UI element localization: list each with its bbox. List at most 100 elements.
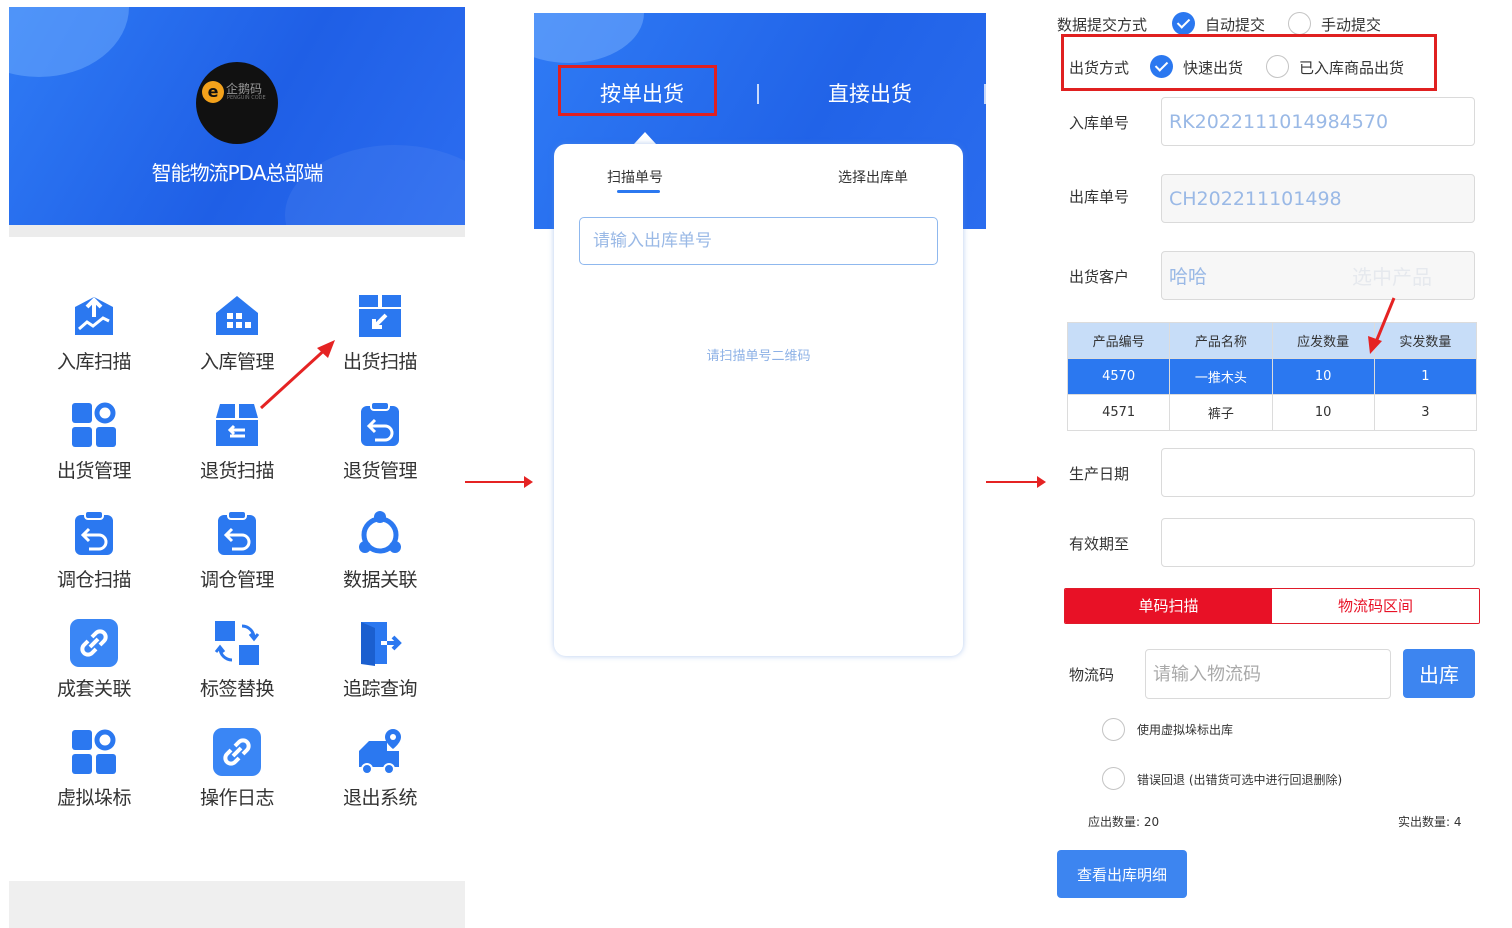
- home-screen: e 企鹅码 PENGUIN CODE 智能物流PDA总部端 入库扫描 入库管理 …: [9, 7, 465, 928]
- actual-quantity: 实出数量: 4: [1398, 815, 1462, 829]
- menu-label: 操作日志: [199, 787, 275, 809]
- footer-bar: [9, 881, 465, 928]
- menu-item-logout[interactable]: 退出系统: [325, 727, 435, 827]
- menu-item-data-link[interactable]: 数据关联: [325, 509, 435, 609]
- swap-icon: [214, 621, 260, 665]
- menu-item-operation-log[interactable]: 操作日志: [182, 727, 292, 827]
- menu-label: 出货扫描: [342, 351, 418, 373]
- menu-item-trace-query[interactable]: 追踪查询: [325, 618, 435, 718]
- outbound-no-label: 出库单号: [1069, 188, 1130, 206]
- menu-label: 虚拟垛标: [56, 787, 132, 809]
- menu-item-return-manage[interactable]: 退货管理: [325, 400, 435, 500]
- watermark-text: 选中产品: [1352, 265, 1432, 289]
- logo-e-icon: e: [202, 81, 224, 103]
- menu-item-transfer-manage[interactable]: 调仓管理: [182, 509, 292, 609]
- table-cell: 4571: [1066, 394, 1171, 431]
- column-header: 应发数量: [1271, 322, 1375, 359]
- menu-item-return-scan[interactable]: 退货扫描: [182, 400, 292, 500]
- should-quantity: 应出数量: 20: [1088, 815, 1160, 829]
- logistics-code-input[interactable]: [1145, 649, 1391, 699]
- fast-ship-label: 快速出货: [1183, 59, 1244, 77]
- outbound-order-input[interactable]: [579, 217, 938, 265]
- column-header: 产品编号: [1066, 322, 1171, 359]
- inbound-no-field[interactable]: [1161, 97, 1475, 146]
- stocked-ship-label: 已入库商品出货: [1299, 59, 1405, 77]
- active-tab-indicator: [617, 190, 660, 193]
- table-row[interactable]: 4571 裤子 10 3: [1066, 394, 1478, 431]
- scan-hint: 请扫描单号二维码: [706, 349, 811, 364]
- checkbox-error-rollback[interactable]: [1102, 767, 1125, 790]
- menu-item-outbound-scan[interactable]: 出货扫描: [325, 291, 435, 391]
- customer-label: 出货客户: [1069, 268, 1130, 286]
- table-cell: 裤子: [1169, 394, 1273, 431]
- table-cell: 3: [1373, 394, 1478, 431]
- manual-submit-label: 手动提交: [1321, 16, 1382, 34]
- tab-direct-outbound[interactable]: 直接出货: [828, 78, 912, 108]
- logo-subtext: PENGUIN CODE: [227, 95, 266, 101]
- menu-label: 出货管理: [56, 460, 132, 482]
- table-cell: 10: [1271, 394, 1375, 431]
- expiry-date-label: 有效期至: [1069, 535, 1130, 553]
- tab-divider: [757, 84, 759, 104]
- outbound-button[interactable]: 出库: [1403, 649, 1475, 698]
- table-cell: 1: [1373, 358, 1478, 395]
- menu-label: 退出系统: [342, 787, 418, 809]
- menu-label: 入库扫描: [56, 351, 132, 373]
- production-date-field[interactable]: [1161, 448, 1475, 497]
- segment-code-range[interactable]: 物流码区间: [1272, 589, 1479, 623]
- ship-mode-label: 出货方式: [1069, 59, 1130, 77]
- inbound-scan-icon: [75, 297, 113, 335]
- submit-mode-label: 数据提交方式: [1057, 16, 1148, 34]
- menu-label: 调仓扫描: [56, 569, 132, 591]
- menu-label: 追踪查询: [342, 678, 418, 700]
- menu-label: 数据关联: [342, 569, 418, 591]
- menu-item-label-swap[interactable]: 标签替换: [182, 618, 292, 718]
- menu-label: 成套关联: [56, 678, 132, 700]
- virtual-stack-label: 使用虚拟垛标出库: [1137, 723, 1234, 737]
- menu-item-virtual-stack[interactable]: 虚拟垛标: [39, 727, 149, 827]
- grid-gear-icon: [72, 402, 116, 447]
- link-icon: [70, 619, 118, 667]
- segment-single-code[interactable]: 单码扫描: [1065, 589, 1272, 623]
- radio-auto-submit[interactable]: [1172, 12, 1195, 35]
- inbound-no-label: 入库单号: [1069, 114, 1130, 132]
- data-link-icon: [359, 511, 401, 554]
- menu-label: 调仓管理: [199, 569, 275, 591]
- column-header: 产品名称: [1169, 322, 1273, 359]
- tab-select-order[interactable]: 选择出库单: [838, 167, 908, 187]
- link-icon: [213, 728, 261, 776]
- table-row[interactable]: 4570 一推木头 10 1: [1066, 358, 1478, 395]
- annotation-arrow: [259, 340, 335, 410]
- warehouse-icon: [216, 296, 258, 335]
- scan-mode-segment: 单码扫描 物流码区间: [1064, 588, 1480, 624]
- table-cell: 一推木头: [1169, 358, 1273, 395]
- table-cell: 4570: [1066, 358, 1171, 395]
- outbound-scan-icon: [359, 295, 401, 337]
- transfer-clipboard-icon: [218, 510, 256, 555]
- radio-stocked-ship[interactable]: [1266, 55, 1289, 78]
- menu-item-kit-link[interactable]: 成套关联: [39, 618, 149, 718]
- divider: [9, 225, 465, 237]
- product-table: 产品编号 产品名称 应发数量 实发数量 4570 一推木头 10 1 4571 …: [1066, 322, 1478, 431]
- menu-item-outbound-manage[interactable]: 出货管理: [39, 400, 149, 500]
- tab-scan-number[interactable]: 扫描单号: [607, 167, 663, 187]
- table-header-row: 产品编号 产品名称 应发数量 实发数量: [1066, 322, 1478, 359]
- flow-arrow: [986, 476, 1046, 488]
- radio-fast-ship[interactable]: [1150, 55, 1173, 78]
- outbound-no-field: [1161, 174, 1475, 223]
- production-date-label: 生产日期: [1069, 465, 1130, 483]
- menu-item-transfer-scan[interactable]: 调仓扫描: [39, 509, 149, 609]
- menu-label: 退货管理: [342, 460, 418, 482]
- radio-manual-submit[interactable]: [1288, 12, 1311, 35]
- menu-label: 退货扫描: [199, 460, 275, 482]
- table-cell: 10: [1271, 358, 1375, 395]
- company-logo: e 企鹅码 PENGUIN CODE: [196, 62, 278, 144]
- view-detail-button[interactable]: 查看出库明细: [1057, 850, 1187, 898]
- expiry-date-field[interactable]: [1161, 518, 1475, 567]
- menu-label: 标签替换: [199, 678, 275, 700]
- annotation-arrow: [1368, 297, 1396, 354]
- logistics-code-label: 物流码: [1069, 666, 1115, 684]
- error-rollback-label: 错误回退 (出错货可选中进行回退删除): [1137, 773, 1343, 787]
- checkbox-virtual-stack[interactable]: [1102, 718, 1125, 741]
- menu-item-inbound-scan[interactable]: 入库扫描: [39, 291, 149, 391]
